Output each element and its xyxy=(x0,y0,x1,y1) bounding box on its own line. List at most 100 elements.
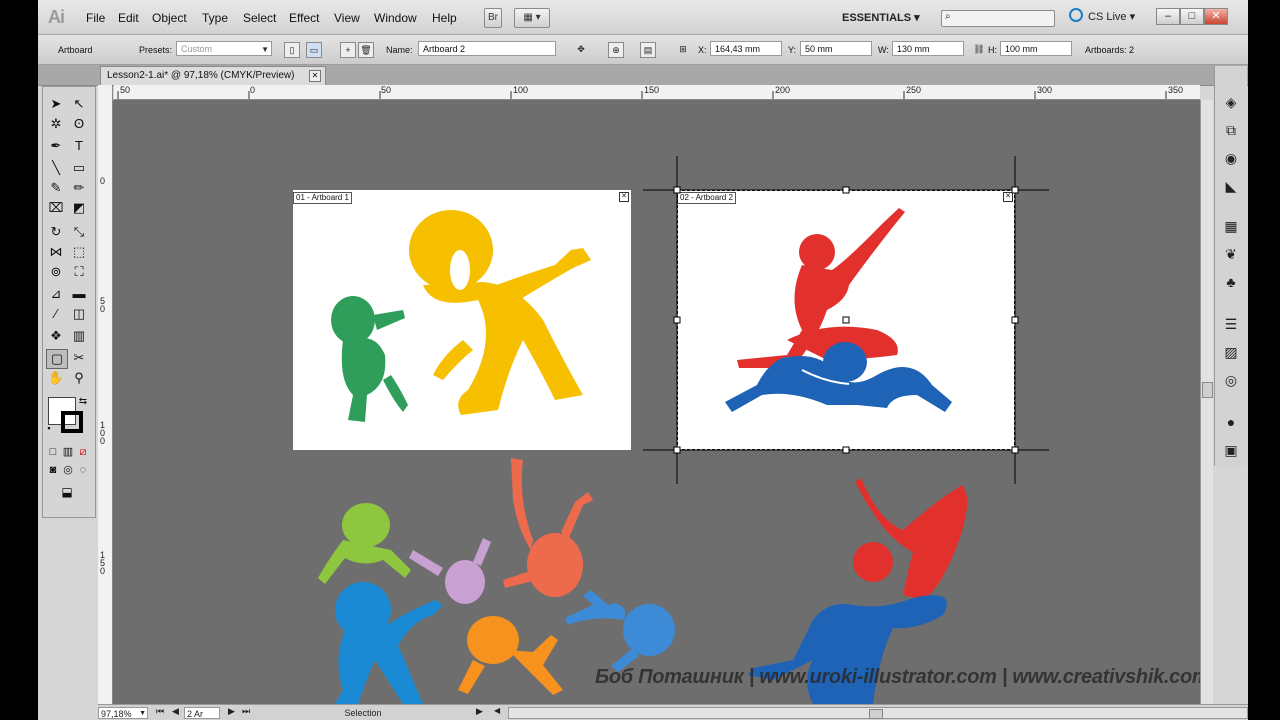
blob-brush-tool-icon[interactable]: ⌧ xyxy=(46,199,66,217)
stroke-swatch[interactable] xyxy=(61,411,83,433)
menu-help[interactable]: Help xyxy=(432,11,457,25)
align-icon[interactable]: ▣ xyxy=(1222,442,1240,458)
draw-normal-icon[interactable]: ◙ xyxy=(46,461,60,479)
search-icon: ⌕ xyxy=(945,11,951,22)
graphic-styles-icon[interactable]: ● xyxy=(1222,414,1240,430)
live-paint-tool-icon[interactable]: ⛶ xyxy=(69,263,89,281)
swatches-icon[interactable]: ▦ xyxy=(1222,218,1240,234)
magic-wand-tool-icon[interactable]: ✲ xyxy=(46,115,66,133)
arrange-documents-button[interactable]: ▦ ▾ xyxy=(514,8,550,28)
horizontal-scrollbar[interactable] xyxy=(508,707,1248,719)
vertical-scrollbar[interactable] xyxy=(1200,100,1213,704)
draw-behind-icon[interactable]: ◎ xyxy=(61,461,75,479)
lasso-tool-icon[interactable]: ʘ xyxy=(69,115,89,133)
paintbrush-tool-icon[interactable]: ✎ xyxy=(46,179,66,197)
menu-effect[interactable]: Effect xyxy=(289,11,319,25)
pen-tool-icon[interactable]: ✒ xyxy=(46,137,66,155)
draw-inside-icon[interactable]: ◌ xyxy=(76,461,90,479)
selection-tool-icon[interactable]: ➤ xyxy=(46,95,66,113)
brushes-icon[interactable]: ❦ xyxy=(1222,246,1240,262)
w-input[interactable]: 130 mm xyxy=(892,41,964,56)
menu-object[interactable]: Object xyxy=(152,11,187,25)
width-tool-icon[interactable]: ⋈ xyxy=(46,243,66,261)
perspective-grid-tool-icon[interactable]: ⊿ xyxy=(46,285,66,303)
close-button[interactable]: ✕ xyxy=(1204,8,1228,25)
scroll-left-arrow-icon[interactable]: ◀ xyxy=(494,706,500,715)
last-artboard-icon[interactable]: ⏭ xyxy=(242,706,250,717)
menu-select[interactable]: Select xyxy=(243,11,276,25)
cslive-menu[interactable]: CS Live ▾ xyxy=(1088,10,1135,23)
scale-tool-icon[interactable]: ⤡ xyxy=(69,223,89,241)
move-copy-artwork-icon[interactable]: ✥ xyxy=(574,42,588,56)
reference-point-icon[interactable]: ⊞ xyxy=(676,42,690,56)
next-artboard-icon[interactable]: ▶ xyxy=(228,706,235,717)
h-input[interactable]: 100 mm xyxy=(1000,41,1072,56)
eyedropper-tool-icon[interactable]: ⁄ xyxy=(46,305,66,323)
free-transform-tool-icon[interactable]: ⬚ xyxy=(69,243,89,261)
symbols-icon[interactable]: ♣ xyxy=(1222,274,1240,290)
menu-file[interactable]: File xyxy=(86,11,105,25)
minimize-button[interactable]: – xyxy=(1156,8,1180,25)
type-tool-icon[interactable]: T xyxy=(69,137,89,155)
gradient-swatch-icon[interactable]: ▥ xyxy=(61,443,75,461)
artboard-options-icon[interactable]: ▤ xyxy=(640,42,656,58)
appearance-icon[interactable]: ◎ xyxy=(1222,372,1240,388)
current-tool-display[interactable]: Selection xyxy=(258,707,468,719)
gradient-panel-icon[interactable]: ▨ xyxy=(1222,344,1240,360)
column-graph-tool-icon[interactable]: ▥ xyxy=(69,327,89,345)
artboard-navigation-field[interactable]: 2 Ar xyxy=(184,707,220,719)
blend-tool-icon[interactable]: ◫ xyxy=(69,305,89,323)
color-guide-icon[interactable]: ◉ xyxy=(1222,150,1240,166)
zoom-tool-icon[interactable]: ⚲ xyxy=(69,369,89,387)
artboards-panel-icon[interactable]: ⧉ xyxy=(1222,122,1240,138)
constrain-proportions-icon[interactable]: ⛓ xyxy=(972,42,986,56)
default-fill-stroke-icon[interactable]: ▪ xyxy=(43,419,55,437)
layers-icon[interactable]: ◈ xyxy=(1222,94,1240,110)
previous-artboard-icon[interactable]: ◀ xyxy=(172,706,179,717)
eraser-tool-icon[interactable]: ◩ xyxy=(69,199,89,217)
gradient-tool-icon[interactable]: ▬ xyxy=(69,285,89,303)
maximize-button[interactable]: □ xyxy=(1180,8,1204,25)
show-center-mark-icon[interactable]: ⊕ xyxy=(608,42,624,58)
artboard-tool-icon[interactable]: ▢ xyxy=(46,349,68,369)
new-artboard-icon[interactable]: + xyxy=(340,42,356,58)
symbol-sprayer-tool-icon[interactable]: ❖ xyxy=(46,327,66,345)
hand-tool-icon[interactable]: ✋ xyxy=(46,369,66,387)
transparency-icon[interactable]: ◣ xyxy=(1222,178,1240,194)
workspace-switcher[interactable]: ESSENTIALS ▾ xyxy=(842,11,920,24)
rotate-tool-icon[interactable]: ↻ xyxy=(46,223,66,241)
bridge-button[interactable]: Br xyxy=(484,8,502,28)
vertical-scroll-thumb[interactable] xyxy=(1202,382,1213,398)
shape-builder-tool-icon[interactable]: ⊚ xyxy=(46,263,66,281)
pasteboard-artwork xyxy=(318,458,968,704)
rectangle-tool-icon[interactable]: ▭ xyxy=(69,159,89,177)
swap-fill-stroke-icon[interactable]: ⇆ xyxy=(77,393,89,411)
slice-tool-icon[interactable]: ✂ xyxy=(69,349,89,367)
document-tab[interactable]: Lesson2-1.ai* @ 97,18% (CMYK/Preview) ✕ xyxy=(100,66,326,85)
delete-artboard-icon[interactable]: 🗑 xyxy=(358,42,374,58)
artboard-name-input[interactable]: Artboard 2 xyxy=(418,41,556,56)
x-input[interactable]: 164,43 mm xyxy=(710,41,782,56)
close-tab-icon[interactable]: ✕ xyxy=(309,70,321,82)
stroke-panel-icon[interactable]: ☰ xyxy=(1222,316,1240,332)
horizontal-scroll-thumb[interactable] xyxy=(869,709,883,719)
presets-dropdown[interactable]: Custom ▼ xyxy=(176,41,272,56)
none-swatch-icon[interactable]: ⧄ xyxy=(76,443,90,461)
status-menu-arrow-icon[interactable]: ▶ xyxy=(476,706,483,717)
first-artboard-icon[interactable]: ⏮ xyxy=(156,706,164,717)
help-search-input[interactable]: ⌕ xyxy=(941,10,1055,27)
y-input[interactable]: 50 mm xyxy=(800,41,872,56)
menu-type[interactable]: Type xyxy=(202,11,228,25)
menu-edit[interactable]: Edit xyxy=(118,11,139,25)
menu-view[interactable]: View xyxy=(334,11,360,25)
line-tool-icon[interactable]: ╲ xyxy=(46,159,66,177)
portrait-icon[interactable]: ▯ xyxy=(284,42,300,58)
zoom-field[interactable]: 97,18% ▼ xyxy=(98,707,148,719)
pencil-tool-icon[interactable]: ✏ xyxy=(69,179,89,197)
menu-window[interactable]: Window xyxy=(374,11,417,25)
direct-selection-tool-icon[interactable]: ↖ xyxy=(69,95,89,113)
landscape-icon[interactable]: ▭ xyxy=(306,42,322,58)
canvas[interactable]: 01 - Artboard 1 ✕ 02 - Artboard 2 ✕ Боб … xyxy=(113,100,1200,704)
color-icon[interactable]: □ xyxy=(46,443,60,461)
screen-mode-icon[interactable]: ⬓ xyxy=(57,483,77,501)
